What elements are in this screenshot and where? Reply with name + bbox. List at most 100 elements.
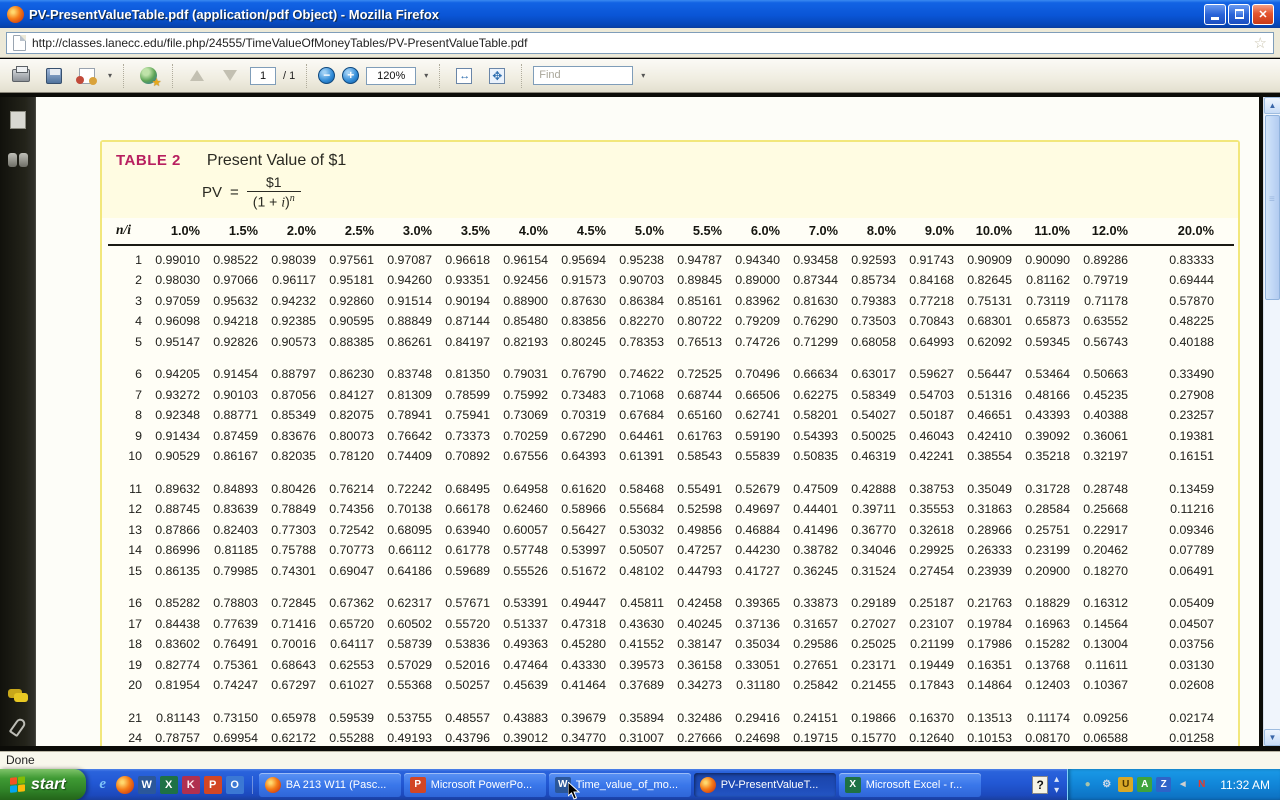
page-number-input[interactable]: 1 [250, 67, 276, 85]
value-cell: 0.16351 [954, 658, 1012, 672]
value-cell: 0.39092 [1012, 429, 1070, 443]
key-icon[interactable]: K [182, 776, 200, 794]
value-cell: 0.87344 [780, 273, 838, 287]
scroll-up-arrow-icon[interactable]: ▲ [1264, 97, 1280, 114]
hidden-icons-chevron-icon[interactable]: ▴▾ [1054, 774, 1059, 796]
restore-button[interactable] [1228, 4, 1250, 25]
value-cell: 0.26333 [954, 543, 1012, 557]
value-cell: 0.16370 [896, 711, 954, 725]
z-icon[interactable]: Z [1156, 777, 1171, 792]
word-icon[interactable]: W [138, 776, 156, 794]
shield-icon[interactable]: U [1118, 777, 1133, 792]
ie-icon[interactable]: e [94, 776, 112, 794]
value-cell: 0.20462 [1070, 543, 1128, 557]
value-cell: 0.16151 [1128, 449, 1214, 463]
pages-panel-icon[interactable] [10, 111, 26, 129]
print-button[interactable] [8, 63, 34, 89]
vertical-scrollbar[interactable]: ▲ ▼ [1263, 97, 1280, 746]
value-cell: 0.11611 [1070, 658, 1128, 672]
value-cell: 0.25187 [896, 596, 954, 610]
scrollbar-thumb[interactable] [1265, 115, 1280, 300]
task-label: Microsoft PowerPo... [431, 779, 532, 791]
novell-icon[interactable]: N [1194, 777, 1209, 792]
period-cell: 13 [108, 523, 142, 537]
fit-width-icon [456, 68, 472, 84]
task-excel[interactable]: XMicrosoft Excel - r... [839, 773, 981, 797]
value-cell: 0.81309 [374, 388, 432, 402]
zoom-caret-icon[interactable]: ▾ [424, 71, 428, 80]
value-cell: 0.72542 [316, 523, 374, 537]
prev-page-button[interactable] [184, 63, 210, 89]
powerpoint-icon[interactable]: P [204, 776, 222, 794]
value-cell: 0.52598 [664, 502, 722, 516]
value-cell: 0.88797 [258, 367, 316, 381]
fit-page-button[interactable] [484, 63, 510, 89]
value-cell: 0.94232 [258, 294, 316, 308]
web-button[interactable] [135, 63, 161, 89]
zoom-in-button[interactable]: + [342, 67, 359, 84]
fit-width-button[interactable] [451, 63, 477, 89]
find-input[interactable]: Find [533, 66, 633, 85]
value-cell: 0.61763 [664, 429, 722, 443]
bookmark-star-icon[interactable]: ☆ [1254, 34, 1267, 52]
value-cell: 0.78849 [258, 502, 316, 516]
value-cell: 0.79985 [200, 564, 258, 578]
address-bar: http://classes.lanecc.edu/file.php/24555… [0, 28, 1280, 58]
attachments-panel-icon[interactable] [9, 717, 28, 737]
collaborate-button[interactable] [74, 63, 100, 89]
period-cell: 15 [108, 564, 142, 578]
column-header: 4.5% [548, 223, 606, 238]
minimize-button[interactable] [1204, 4, 1226, 25]
save-button[interactable] [41, 63, 67, 89]
comments-panel-icon[interactable] [8, 689, 28, 702]
value-cell: 0.41552 [606, 637, 664, 651]
value-cell: 0.87144 [432, 314, 490, 328]
close-button[interactable]: ✕ [1252, 4, 1274, 25]
status-text: Done [6, 753, 35, 767]
outlook-icon[interactable]: O [226, 776, 244, 794]
value-cell: 0.63552 [1070, 314, 1128, 328]
value-cell: 0.04507 [1128, 617, 1214, 631]
antivirus-icon[interactable]: A [1137, 777, 1152, 792]
task-ba213[interactable]: BA 213 W11 (Pasc... [259, 773, 401, 797]
value-cell: 0.61027 [316, 678, 374, 692]
period-cell: 12 [108, 502, 142, 516]
value-cell: 0.31007 [606, 731, 664, 745]
value-cell: 0.82645 [954, 273, 1012, 287]
url-field[interactable]: http://classes.lanecc.edu/file.php/24555… [6, 32, 1274, 54]
task-powerpoint[interactable]: PMicrosoft PowerPo... [404, 773, 546, 797]
value-cell: 0.55288 [316, 731, 374, 745]
value-cell: 0.76491 [200, 637, 258, 651]
tools-icon[interactable]: ⚙ [1099, 777, 1114, 792]
value-cell: 0.80073 [316, 429, 374, 443]
value-cell: 0.81350 [432, 367, 490, 381]
value-cell: 0.71299 [780, 335, 838, 349]
value-cell: 0.45280 [548, 637, 606, 651]
period-cell: 14 [108, 543, 142, 557]
volume-icon[interactable]: ◄ [1175, 777, 1190, 792]
value-cell: 0.66634 [780, 367, 838, 381]
table-row: 150.861350.799850.743010.690470.641860.5… [108, 561, 1238, 582]
value-cell: 0.58966 [548, 502, 606, 516]
start-button[interactable]: start [0, 769, 86, 800]
table-row: 10.990100.985220.980390.975610.970870.96… [108, 250, 1238, 271]
agent-icon[interactable]: ● [1080, 777, 1095, 792]
firefox-icon[interactable] [116, 776, 134, 794]
zoom-out-button[interactable]: − [318, 67, 335, 84]
collaborate-caret-icon[interactable]: ▾ [108, 71, 112, 80]
value-cell: 0.40245 [664, 617, 722, 631]
value-cell: 0.51672 [548, 564, 606, 578]
excel-icon[interactable]: X [160, 776, 178, 794]
scroll-down-arrow-icon[interactable]: ▼ [1264, 729, 1280, 746]
value-cell: 0.45235 [1070, 388, 1128, 402]
value-cell: 0.62092 [954, 335, 1012, 349]
bookmarks-panel-icon[interactable] [8, 153, 28, 167]
find-caret-icon[interactable]: ▾ [641, 71, 645, 80]
zoom-level-select[interactable]: 120% [366, 67, 416, 85]
task-pv-pdf[interactable]: PV-PresentValueT... [694, 773, 836, 797]
help-icon[interactable]: ? [1032, 776, 1048, 794]
next-page-button[interactable] [217, 63, 243, 89]
value-cell: 0.43883 [490, 711, 548, 725]
value-cell: 0.49447 [548, 596, 606, 610]
value-cell: 0.93351 [432, 273, 490, 287]
